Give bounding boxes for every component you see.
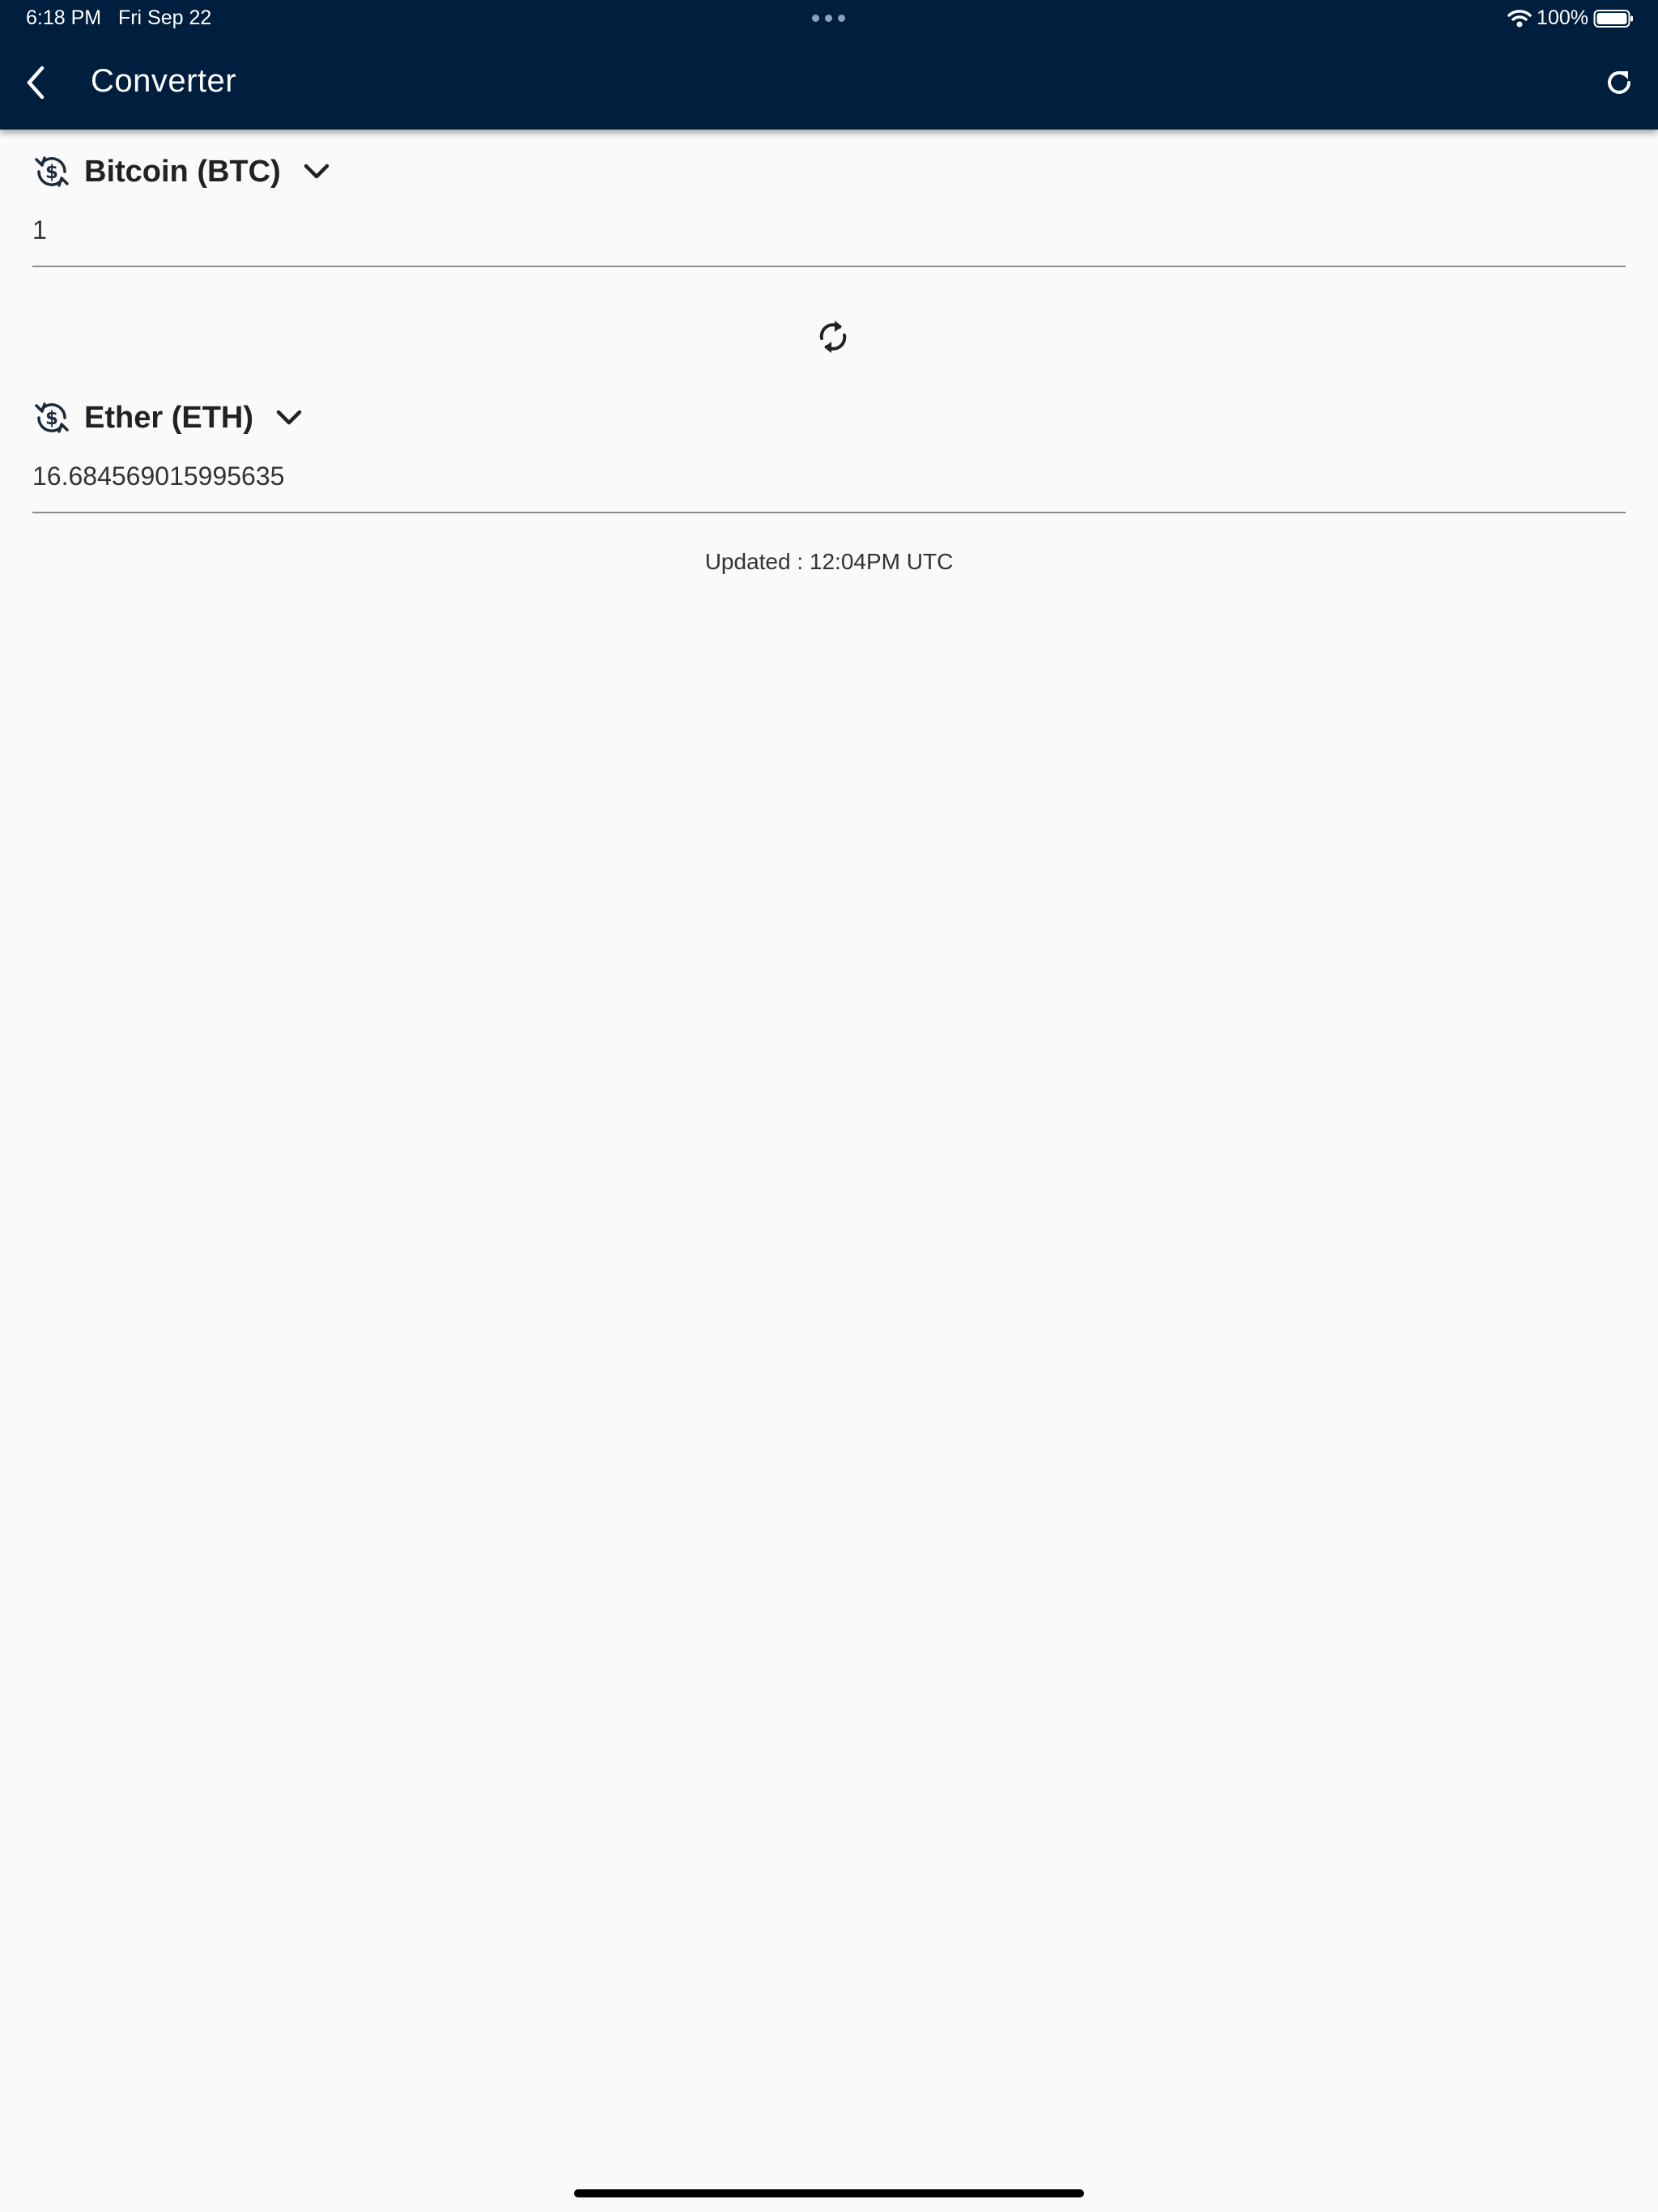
from-currency-section: $ Bitcoin (BTC) [32, 152, 1626, 267]
chevron-left-icon [25, 66, 46, 104]
to-currency-selector[interactable]: $ Ether (ETH) [32, 398, 1626, 437]
currency-exchange-icon: $ [32, 398, 71, 437]
from-currency-name: Bitcoin (BTC) [84, 154, 281, 189]
page-title: Converter [91, 63, 237, 99]
battery-percentage: 100% [1537, 6, 1588, 29]
from-currency-selector[interactable]: $ Bitcoin (BTC) [32, 152, 1626, 191]
multitasking-dots-icon[interactable] [812, 15, 845, 22]
status-bar-right: 100% [1507, 6, 1634, 30]
app-header: 6:18 PM Fri Sep 22 100% Converter [0, 0, 1658, 130]
sync-icon [815, 317, 851, 361]
chevron-down-icon [273, 402, 305, 434]
from-amount-input[interactable] [32, 207, 1626, 253]
to-amount-field[interactable] [32, 453, 1626, 513]
svg-text:$: $ [45, 408, 58, 429]
refresh-icon [1604, 67, 1635, 102]
last-updated-text: Updated : 12:04PM UTC [704, 549, 954, 574]
to-currency-section: $ Ether (ETH) [32, 398, 1626, 513]
status-time: 6:18 PM [26, 6, 102, 29]
home-indicator[interactable] [574, 2189, 1084, 2197]
to-amount-input[interactable] [32, 453, 1626, 499]
status-date: Fri Sep 22 [117, 6, 212, 29]
svg-text:$: $ [45, 162, 58, 183]
wifi-icon [1507, 9, 1532, 28]
refresh-button[interactable] [1598, 63, 1640, 105]
back-button[interactable] [16, 62, 55, 107]
status-bar-time: 6:18 PM Fri Sep 22 [26, 6, 211, 30]
swap-button[interactable] [812, 317, 854, 359]
battery-icon [1593, 9, 1634, 28]
to-currency-name: Ether (ETH) [84, 400, 253, 435]
chevron-down-icon [300, 155, 333, 188]
from-amount-field[interactable] [32, 207, 1626, 267]
currency-exchange-icon: $ [32, 152, 71, 191]
